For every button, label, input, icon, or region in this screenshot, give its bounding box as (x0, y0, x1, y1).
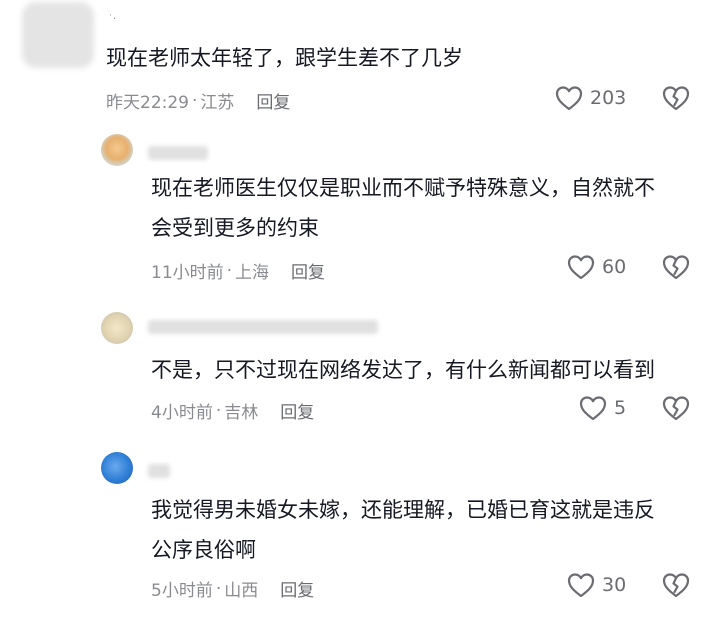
dislike-button[interactable] (661, 394, 691, 426)
avatar[interactable] (101, 134, 133, 166)
comment-location: 山西 (224, 581, 259, 601)
author-mark: ˙· (108, 14, 117, 25)
comment-meta: 11小时前 · 上海 回复 (151, 258, 325, 284)
comment-meta: 5小时前 · 山西 回复 (151, 576, 314, 602)
comment-text: 不是，只不过现在网络发达了，有什么新闻都可以看到 (151, 358, 655, 382)
like-count: 30 (602, 574, 627, 596)
comment-text: 现在老师医生仅仅是职业而不赋予特殊意义，自然就不 会受到更多的约束 (151, 176, 655, 240)
meta-separator: · (215, 400, 222, 421)
broken-heart-icon (662, 255, 690, 280)
comment-text: 现在老师太年轻了，跟学生差不了几岁 (106, 46, 463, 70)
dislike-button[interactable] (661, 84, 691, 116)
meta-separator: · (226, 260, 233, 281)
avatar[interactable] (101, 452, 133, 484)
reply-button[interactable]: 回复 (280, 576, 314, 601)
like-button[interactable]: 60 (566, 253, 626, 281)
avatar[interactable] (22, 2, 94, 68)
author-name[interactable] (148, 320, 378, 334)
avatar[interactable] (101, 312, 133, 344)
broken-heart-icon (662, 86, 690, 111)
broken-heart-icon (662, 396, 690, 421)
like-button[interactable]: 30 (566, 571, 626, 599)
reply-button[interactable]: 回复 (280, 398, 314, 423)
comment-time: 11小时前 (151, 263, 224, 283)
meta-separator: · (192, 90, 198, 111)
like-count: 203 (590, 87, 627, 109)
dislike-button[interactable] (661, 571, 691, 603)
reply-button[interactable]: 回复 (256, 88, 290, 113)
broken-heart-icon (662, 573, 690, 598)
comment-location: 江苏 (200, 93, 235, 113)
dislike-button[interactable] (661, 253, 691, 285)
comment-time: 5小时前 (151, 581, 213, 601)
heart-icon (567, 573, 595, 598)
comment-time: 4小时前 (151, 403, 213, 423)
comment-time: 昨天22:29 (106, 93, 189, 113)
heart-icon (579, 396, 607, 421)
comment-text: 我觉得男未婚女未嫁，还能理解，已婚已育这就是违反 公序良俗啊 (151, 498, 655, 562)
comment-meta: 4小时前 · 吉林 回复 (151, 398, 314, 424)
reply-button[interactable]: 回复 (291, 258, 325, 283)
comment-location: 上海 (235, 263, 270, 283)
heart-icon (567, 255, 595, 280)
author-name[interactable] (148, 464, 170, 478)
like-button[interactable]: 5 (578, 394, 626, 422)
author-name[interactable] (148, 146, 208, 160)
like-count: 60 (602, 256, 627, 278)
comment-location: 吉林 (224, 403, 259, 423)
like-button[interactable]: 203 (554, 84, 626, 112)
heart-icon (555, 86, 583, 111)
like-count: 5 (614, 397, 627, 419)
meta-separator: · (215, 578, 222, 599)
comment-meta: 昨天22:29 · 江苏 回复 (106, 88, 290, 114)
